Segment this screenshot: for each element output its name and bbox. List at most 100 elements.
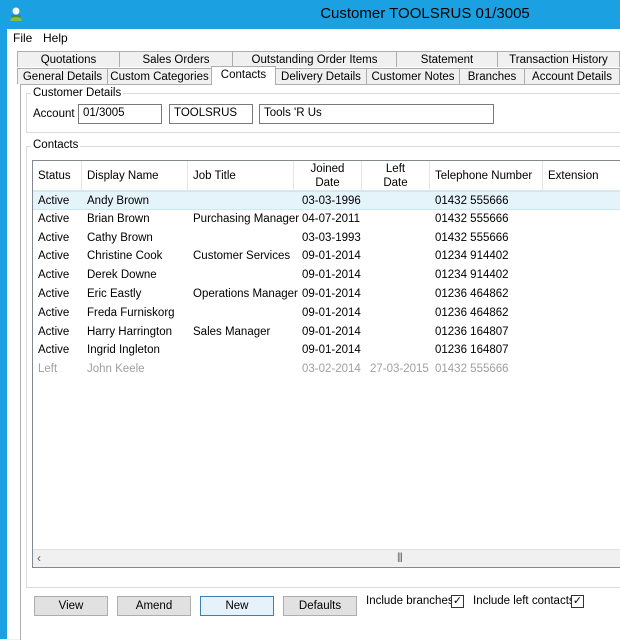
tab-contacts[interactable]: Contacts [211,66,276,85]
cell-joined-date: 04-07-2011 [302,212,360,225]
tab-sales-orders[interactable]: Sales Orders [119,51,233,67]
cell-status: Active [38,250,70,263]
tab-row-lower: General Details Custom Categories Contac… [17,66,620,85]
cell-display-name: Christine Cook [87,250,163,263]
column-header-extension[interactable]: Extension [543,161,620,191]
table-row[interactable]: Active Freda Furniskorg 09-01-2014 01236 46… [33,304,620,323]
customer-details-label: Customer Details [31,87,124,99]
cell-job-title: Customer Services [193,250,291,263]
cell-joined-date: 09-01-2014 [302,269,361,282]
window-border [0,29,7,639]
cell-telephone: 01234 914402 [435,269,509,282]
horizontal-scrollbar[interactable]: ‹ ||| [33,549,620,567]
cell-display-name: Derek Downe [87,269,157,282]
column-header-status[interactable]: Status [33,161,82,191]
cell-joined-date: 09-01-2014 [302,250,361,263]
account-number-field[interactable]: 01/3005 [78,104,162,124]
cell-status: Active [38,306,70,319]
cell-telephone: 01234 914402 [435,250,509,263]
table-row[interactable]: Active Cathy Brown 03-03-1993 01432 555666 [33,229,620,248]
cell-job-title: Sales Manager [193,325,271,338]
table-row[interactable]: Active Christine Cook Customer Services 09-… [33,247,620,266]
table-row[interactable]: Active Brian Brown Purchasing Manager 04-07… [33,210,620,229]
defaults-button[interactable]: Defaults [283,596,357,616]
tab-customer-notes[interactable]: Customer Notes [366,68,460,84]
cell-status: Left [38,363,58,376]
cell-job-title: Purchasing Manager [193,212,300,225]
chevron-left-icon[interactable]: ‹ [37,551,41,565]
title-bar: Customer TOOLSRUS 01/3005 [0,0,620,29]
table-row[interactable]: Left John Keele 03-02-2014 27-03-2015 01432 … [33,360,620,379]
cell-telephone: 01432 555666 [435,231,509,244]
menu-help[interactable]: Help [43,31,68,45]
cell-status: Active [38,344,70,357]
cell-telephone: 01432 555666 [435,195,509,207]
cell-joined-date: 09-01-2014 [302,306,361,319]
cell-joined-date: 09-01-2014 [302,288,361,300]
cell-display-name: Freda Furniskorg [87,306,175,319]
column-header-telephone[interactable]: Telephone Number [430,161,543,191]
cell-status: Active [38,325,70,338]
column-header-joined-date[interactable]: Joined Date [294,161,362,191]
tab-account-details[interactable]: Account Details [524,68,620,84]
contacts-list[interactable]: Status Display Name Job Title Joined Dat… [32,160,620,568]
window-title: Customer TOOLSRUS 01/3005 [320,5,530,22]
cell-display-name: Eric Eastly [87,288,142,300]
column-header-left-date[interactable]: Left Date [362,161,430,191]
cell-display-name: Brian Brown [87,212,150,225]
new-button[interactable]: New [200,596,274,616]
table-row[interactable]: Active Harry Harrington Sales Manager 09-01… [33,323,620,342]
view-button[interactable]: View [34,596,108,616]
cell-left-date: 27-03-2015 [370,363,429,376]
tab-quotations[interactable]: Quotations [17,51,120,67]
cell-telephone: 01432 555666 [435,363,509,376]
cell-joined-date: 09-01-2014 [302,344,361,357]
include-branches-checkbox[interactable]: ✓ [451,595,464,608]
cell-display-name: Harry Harrington [87,325,172,338]
table-row[interactable]: Active Ingrid Ingleton 09-01-2014 01236 164… [33,341,620,360]
cell-telephone: 01432 555666 [435,212,509,225]
cell-display-name: Ingrid Ingleton [87,344,160,357]
table-row[interactable]: Active Andy Brown 03-03-1996 01432 555666 [33,191,620,210]
table-row[interactable]: Active Derek Downe 09-01-2014 01234 914402 [33,266,620,285]
menu-bar: File Help [7,29,620,47]
amend-button[interactable]: Amend [117,596,191,616]
cell-status: Active [38,288,70,300]
checkmark-icon: ✓ [452,595,463,607]
column-header-job-title[interactable]: Job Title [188,161,294,191]
cell-joined-date: 03-03-1996 [302,195,361,207]
tab-delivery-details[interactable]: Delivery Details [275,68,367,84]
account-name-field[interactable]: Tools 'R Us [259,104,494,124]
cell-telephone: 01236 164807 [435,344,509,357]
cell-display-name: Cathy Brown [87,231,153,244]
scroll-thumb-grip-icon[interactable]: ||| [397,552,403,563]
column-header-display-name[interactable]: Display Name [82,161,188,191]
cell-joined-date: 09-01-2014 [302,325,361,338]
cell-joined-date: 03-03-1993 [302,231,361,244]
include-branches-label: Include branches [366,595,454,607]
cell-joined-date: 03-02-2014 [302,363,361,376]
tab-statement[interactable]: Statement [396,51,498,67]
tab-custom-categories[interactable]: Custom Categories [107,68,212,84]
cell-status: Active [38,195,70,207]
cell-status: Active [38,231,70,244]
account-code-field[interactable]: TOOLSRUS [169,104,253,124]
include-left-contacts-checkbox[interactable]: ✓ [571,595,584,608]
table-row[interactable]: Active Eric Eastly Operations Manager 09-01… [33,285,620,304]
include-left-contacts-label: Include left contacts [473,595,575,607]
cell-telephone: 01236 164807 [435,325,509,338]
tab-general-details[interactable]: General Details [17,68,108,84]
cell-display-name: John Keele [87,363,145,376]
checkmark-icon: ✓ [572,595,583,607]
cell-telephone: 01236 464862 [435,306,509,319]
tab-row-upper: Quotations Sales Orders Outstanding Orde… [17,51,620,68]
cell-telephone: 01236 464862 [435,288,509,300]
tab-branches[interactable]: Branches [459,68,525,84]
cell-display-name: Andy Brown [87,195,150,207]
cell-status: Active [38,269,70,282]
tab-outstanding-order-items[interactable]: Outstanding Order Items [232,51,397,67]
cell-job-title: Operations Manager [193,288,298,300]
account-label: Account [33,108,75,120]
tab-transaction-history[interactable]: Transaction History [497,51,620,67]
menu-file[interactable]: File [13,31,32,45]
